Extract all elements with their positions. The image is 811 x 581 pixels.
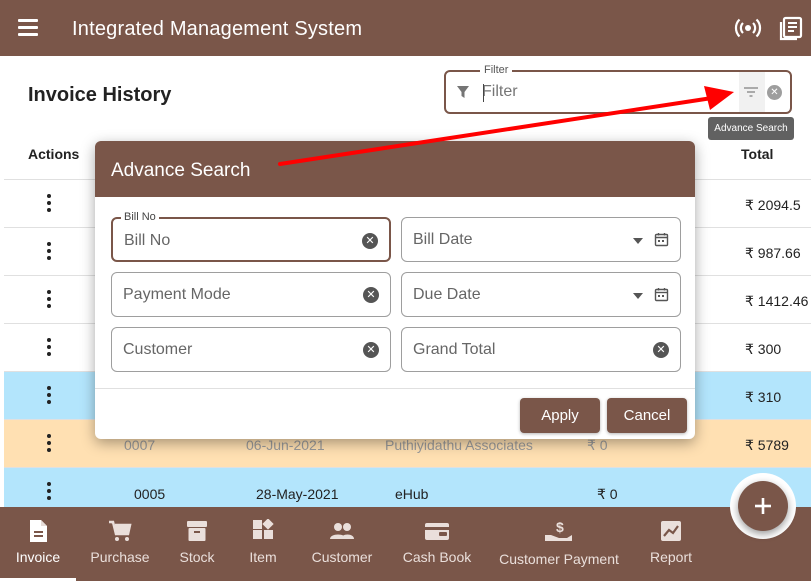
clear-icon[interactable]: ✕ <box>362 233 378 249</box>
filter-legend: Filter <box>480 64 513 76</box>
nav-stock-label: Stock <box>179 549 215 565</box>
row-total: ₹ 300 <box>745 341 782 357</box>
row-total: ₹ 2094.5 <box>745 197 801 213</box>
wallet-icon <box>425 523 449 540</box>
filter-funnel-icon <box>457 86 469 98</box>
menu-icon[interactable] <box>18 19 38 36</box>
clear-filter-icon[interactable]: ✕ <box>767 85 782 100</box>
text-caret <box>483 84 484 102</box>
filter-input[interactable] <box>482 83 682 101</box>
bill-no-field[interactable]: Bill No Bill No ✕ <box>111 211 391 262</box>
plus-icon <box>755 498 771 514</box>
nav-item[interactable]: Item <box>240 507 286 581</box>
customer-placeholder: Customer <box>123 341 193 358</box>
advance-search-dialog: Advance Search Bill No Bill No ✕ Bill Da… <box>95 141 695 439</box>
calendar-icon[interactable] <box>654 232 669 247</box>
row-total: ₹ 987.66 <box>745 245 801 261</box>
row-bill-no: 0005 <box>134 486 166 502</box>
row-actions-icon[interactable] <box>46 338 52 358</box>
col-header-total: Total <box>741 146 774 162</box>
filter-list-icon <box>744 87 758 97</box>
nav-stock[interactable]: Stock <box>170 507 224 581</box>
row-total: ₹ 310 <box>745 389 782 405</box>
row-actions-icon[interactable] <box>46 386 52 406</box>
nav-cash-book-label: Cash Book <box>402 549 472 565</box>
nav-report[interactable]: Report <box>642 507 700 581</box>
chevron-down-icon[interactable] <box>633 293 643 299</box>
bill-date-placeholder: Bill Date <box>413 231 473 248</box>
calendar-icon[interactable] <box>654 287 669 302</box>
clear-icon[interactable]: ✕ <box>363 342 379 358</box>
bottom-navigation: Invoice Purchase Stock Item Customer Cas… <box>0 507 811 581</box>
dialog-title: Advance Search <box>95 141 695 197</box>
bill-no-legend: Bill No <box>121 211 159 223</box>
nav-item-label: Item <box>249 549 277 565</box>
row-customer: eHub <box>395 486 429 502</box>
nav-purchase[interactable]: Purchase <box>84 507 156 581</box>
nav-report-label: Report <box>649 549 693 565</box>
nav-customer-payment-label: Customer Payment <box>499 551 619 567</box>
bill-no-placeholder: Bill No <box>124 232 171 249</box>
row-bill-date: 06-Jun-2021 <box>246 437 325 453</box>
row-actions-icon[interactable] <box>46 242 52 262</box>
clear-icon[interactable]: ✕ <box>363 287 379 303</box>
row-actions-icon[interactable] <box>46 482 52 502</box>
app-bar: Integrated Management System <box>0 0 811 56</box>
grand-total-field[interactable]: Grand Total ✕ <box>401 327 681 372</box>
apply-button[interactable]: Apply <box>520 398 600 433</box>
row-total: ₹ 1412.46 <box>745 293 809 309</box>
row-actions-icon[interactable] <box>46 434 52 454</box>
nav-cash-book[interactable]: Cash Book <box>398 507 476 581</box>
nav-invoice[interactable]: Invoice <box>0 507 76 581</box>
cart-icon <box>109 520 132 541</box>
grand-total-placeholder: Grand Total <box>413 341 496 358</box>
row-total: ₹ 5789 <box>745 437 789 453</box>
add-button[interactable] <box>738 481 788 531</box>
row-actions-icon[interactable] <box>46 194 52 214</box>
payment-mode-field[interactable]: Payment Mode ✕ <box>111 272 391 317</box>
broadcast-icon[interactable] <box>734 14 762 42</box>
row-customer: Puthiyidathu Associates <box>385 437 533 453</box>
people-icon <box>330 523 354 539</box>
chart-icon <box>661 521 681 541</box>
nav-invoice-label: Invoice <box>15 549 61 565</box>
chevron-down-icon[interactable] <box>633 238 643 244</box>
nav-customer-label: Customer <box>311 549 373 565</box>
article-icon[interactable] <box>777 14 805 42</box>
app-title: Integrated Management System <box>72 18 363 40</box>
due-date-placeholder: Due Date <box>413 286 481 303</box>
due-date-field[interactable]: Due Date <box>401 272 681 317</box>
advance-search-button[interactable] <box>739 72 765 112</box>
row-bill-date: 28-May-2021 <box>256 486 339 502</box>
clear-icon[interactable]: ✕ <box>653 342 669 358</box>
row-paid: ₹ 0 <box>597 486 618 502</box>
invoice-icon <box>30 520 47 542</box>
nav-purchase-label: Purchase <box>90 549 150 565</box>
page-title: Invoice History <box>28 84 172 106</box>
advance-search-tooltip: Advance Search <box>708 117 794 140</box>
cancel-button[interactable]: Cancel <box>607 398 687 433</box>
row-actions-icon[interactable] <box>46 290 52 310</box>
col-header-actions: Actions <box>28 146 80 162</box>
payment-mode-placeholder: Payment Mode <box>123 286 231 303</box>
nav-customer-payment[interactable]: $ Customer Payment <box>496 507 622 581</box>
row-bill-no: 0007 <box>124 437 156 453</box>
svg-text:$: $ <box>556 519 564 535</box>
customer-field[interactable]: Customer ✕ <box>111 327 391 372</box>
widgets-icon <box>253 519 274 539</box>
dialog-footer <box>95 388 695 439</box>
nav-customer[interactable]: Customer <box>306 507 378 581</box>
inventory-box-icon <box>187 521 207 541</box>
bill-date-field[interactable]: Bill Date <box>401 217 681 262</box>
row-paid: ₹ 0 <box>587 437 608 453</box>
payment-hand-icon: $ <box>545 519 572 541</box>
